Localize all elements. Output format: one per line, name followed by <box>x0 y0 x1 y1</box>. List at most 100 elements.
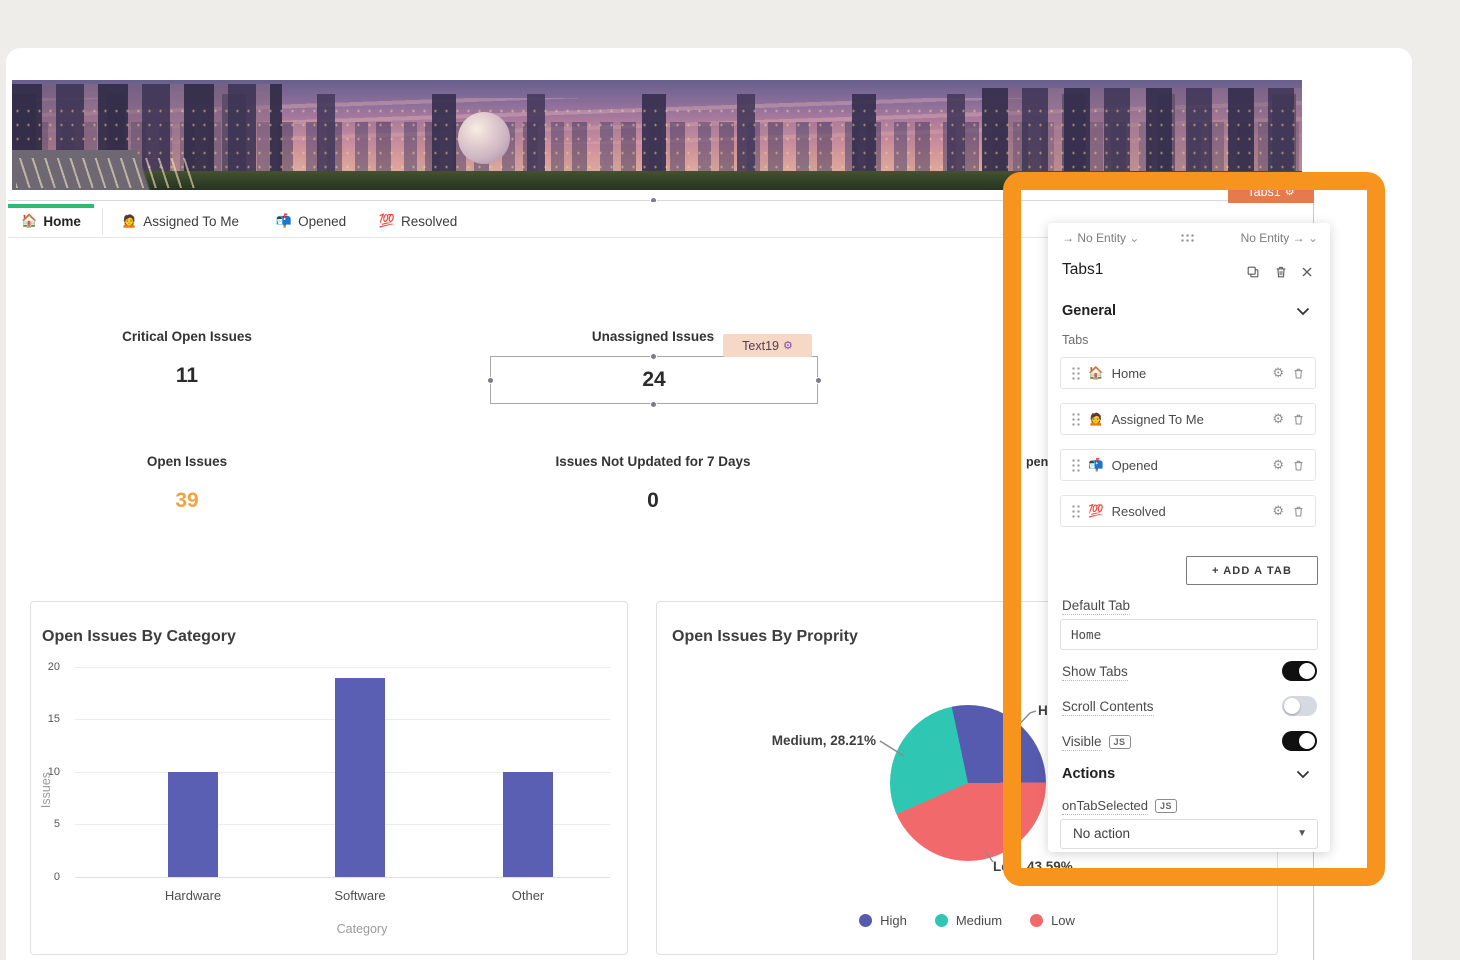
entity-explorer-left[interactable]: → No Entity ⌄ <box>1062 231 1139 245</box>
x-axis-line <box>75 877 610 878</box>
header-image <box>12 80 1302 190</box>
pane-tab-row-resolved[interactable]: 💯 Resolved ⚙ <box>1060 495 1316 527</box>
stat-not-updated-label: Issues Not Updated for 7 Days <box>503 454 803 469</box>
tab-divider <box>102 208 103 234</box>
text19-gear-icon[interactable]: ⚙ <box>783 339 793 352</box>
right-arrow-icon: → <box>1293 231 1305 245</box>
tab-resolved[interactable]: 💯 Resolved <box>368 206 468 236</box>
show-tabs-toggle[interactable] <box>1282 661 1317 681</box>
legend-dot-low <box>1030 914 1043 927</box>
opened-tab-icon: 📬 <box>276 213 292 229</box>
page-background: 🏠 Home 🙍 Assigned To Me 📬 Opened 💯 Resol… <box>0 0 1460 960</box>
pane-tab-row-home[interactable]: 🏠 Home ⚙ <box>1060 357 1316 389</box>
tabs-widget-top-edge <box>8 200 1308 201</box>
tab-home-label: Home <box>43 214 81 229</box>
drag-handle-icon[interactable] <box>1071 504 1080 518</box>
actions-chevron-icon[interactable] <box>1296 770 1310 784</box>
left-arrow-icon: → <box>1062 231 1074 245</box>
chevron-down-icon: ⌄ <box>1129 231 1139 245</box>
home-tab-icon: 🏠 <box>1088 366 1104 381</box>
pane-tab-resolved-label: Resolved <box>1112 504 1166 519</box>
bar-software <box>335 678 385 878</box>
pane-tab-row-assigned[interactable]: 🙍 Assigned To Me ⚙ <box>1060 403 1316 435</box>
tab-settings-gear-icon[interactable]: ⚙ <box>1272 411 1284 427</box>
low-leader-line <box>985 851 993 862</box>
legend-medium: Medium <box>935 913 1002 928</box>
chevron-down-icon: ⌄ <box>1308 231 1318 245</box>
text19-handle-top[interactable] <box>650 353 657 360</box>
pane-widget-title[interactable]: Tabs1 <box>1062 261 1103 279</box>
high-leader-line <box>1012 711 1036 732</box>
tab-delete-icon[interactable] <box>1292 459 1305 472</box>
home-tab-icon: 🏠 <box>21 213 37 229</box>
bar-hardware <box>168 772 218 877</box>
pane-tab-assigned-label: Assigned To Me <box>1112 412 1204 427</box>
tabs1-widget-badge[interactable]: Tabs1 ⚙ <box>1228 180 1314 203</box>
visible-toggle[interactable] <box>1282 731 1317 751</box>
section-general[interactable]: General <box>1062 303 1116 319</box>
add-a-tab-button[interactable]: + ADD A TAB <box>1186 556 1318 585</box>
bar-plot-area <box>75 667 610 877</box>
assigned-tab-icon: 🙍 <box>121 213 137 229</box>
resolved-tab-icon: 💯 <box>379 213 395 229</box>
tab-opened-label: Opened <box>298 214 346 229</box>
drag-handle-icon[interactable] <box>1071 458 1080 472</box>
tab-settings-gear-icon[interactable]: ⚙ <box>1272 457 1284 473</box>
tab-settings-gear-icon[interactable]: ⚙ <box>1272 365 1284 381</box>
legend-high-label: High <box>880 913 907 928</box>
bindings-grid-icon[interactable] <box>1180 233 1195 244</box>
bar-other <box>503 772 553 877</box>
copy-widget-icon[interactable] <box>1244 263 1262 281</box>
legend-low-label: Low <box>1051 913 1075 928</box>
stat-critical-label: Critical Open Issues <box>37 329 337 344</box>
hero-road-lines <box>16 158 196 188</box>
medium-leader-line <box>880 741 904 756</box>
resolved-tab-icon: 💯 <box>1088 504 1104 519</box>
hero-science-world-dome <box>458 112 510 164</box>
ytick-5: 5 <box>38 818 60 830</box>
stat-open-label: Open Issues <box>37 454 337 469</box>
delete-widget-icon[interactable] <box>1272 263 1290 281</box>
drag-handle-icon[interactable] <box>1071 412 1080 426</box>
legend-low: Low <box>1030 913 1075 928</box>
text19-handle-right[interactable] <box>815 377 822 384</box>
legend-dot-medium <box>935 914 948 927</box>
tab-delete-icon[interactable] <box>1292 413 1305 426</box>
ytick-20: 20 <box>38 661 60 673</box>
pane-tab-home-label: Home <box>1112 366 1147 381</box>
default-tab-input[interactable]: Home <box>1060 619 1318 650</box>
on-tab-selected-label: onTabSelectedJS <box>1062 798 1177 813</box>
opened-tab-icon: 📬 <box>1088 458 1104 473</box>
drag-handle-icon[interactable] <box>1071 366 1080 380</box>
general-chevron-icon[interactable] <box>1296 307 1310 321</box>
text19-handle-bottom[interactable] <box>650 401 657 408</box>
tabs1-badge-label: Tabs1 <box>1247 185 1280 199</box>
scroll-contents-toggle[interactable] <box>1282 696 1317 716</box>
no-action-dropdown[interactable]: No action ▼ <box>1060 819 1318 849</box>
tab-assigned-to-me[interactable]: 🙍 Assigned To Me <box>106 206 254 236</box>
section-actions[interactable]: Actions <box>1062 766 1115 782</box>
low-callout: Low, 43.59% <box>993 859 1073 874</box>
tab-delete-icon[interactable] <box>1292 505 1305 518</box>
tab-home[interactable]: 🏠 Home <box>8 206 94 236</box>
tabs1-gear-icon[interactable]: ⚙ <box>1285 185 1295 198</box>
ontabselected-js-toggle[interactable]: JS <box>1155 799 1177 813</box>
legend-medium-label: Medium <box>956 913 1002 928</box>
visible-js-toggle[interactable]: JS <box>1109 735 1131 749</box>
ytick-0: 0 <box>38 871 60 883</box>
tab-settings-gear-icon[interactable]: ⚙ <box>1272 503 1284 519</box>
tab-opened[interactable]: 📬 Opened <box>264 206 358 236</box>
close-pane-icon[interactable] <box>1298 263 1316 281</box>
tab-delete-icon[interactable] <box>1292 367 1305 380</box>
entity-explorer-right[interactable]: No Entity → ⌄ <box>1241 231 1318 245</box>
text19-handle-left[interactable] <box>487 377 494 384</box>
default-tab-label: Default Tab <box>1062 598 1130 613</box>
pane-entity-row: → No Entity ⌄ No Entity → ⌄ <box>1048 229 1330 249</box>
pie-legend: High Medium Low <box>656 913 1278 928</box>
ytick-15: 15 <box>38 713 60 725</box>
text19-widget-badge[interactable]: Text19 ⚙ <box>723 334 812 357</box>
pane-tab-row-opened[interactable]: 📬 Opened ⚙ <box>1060 449 1316 481</box>
show-tabs-label: Show Tabs <box>1062 664 1128 679</box>
bar-chart-title: Open Issues By Category <box>42 628 236 646</box>
text19-widget[interactable]: 24 <box>490 356 818 404</box>
